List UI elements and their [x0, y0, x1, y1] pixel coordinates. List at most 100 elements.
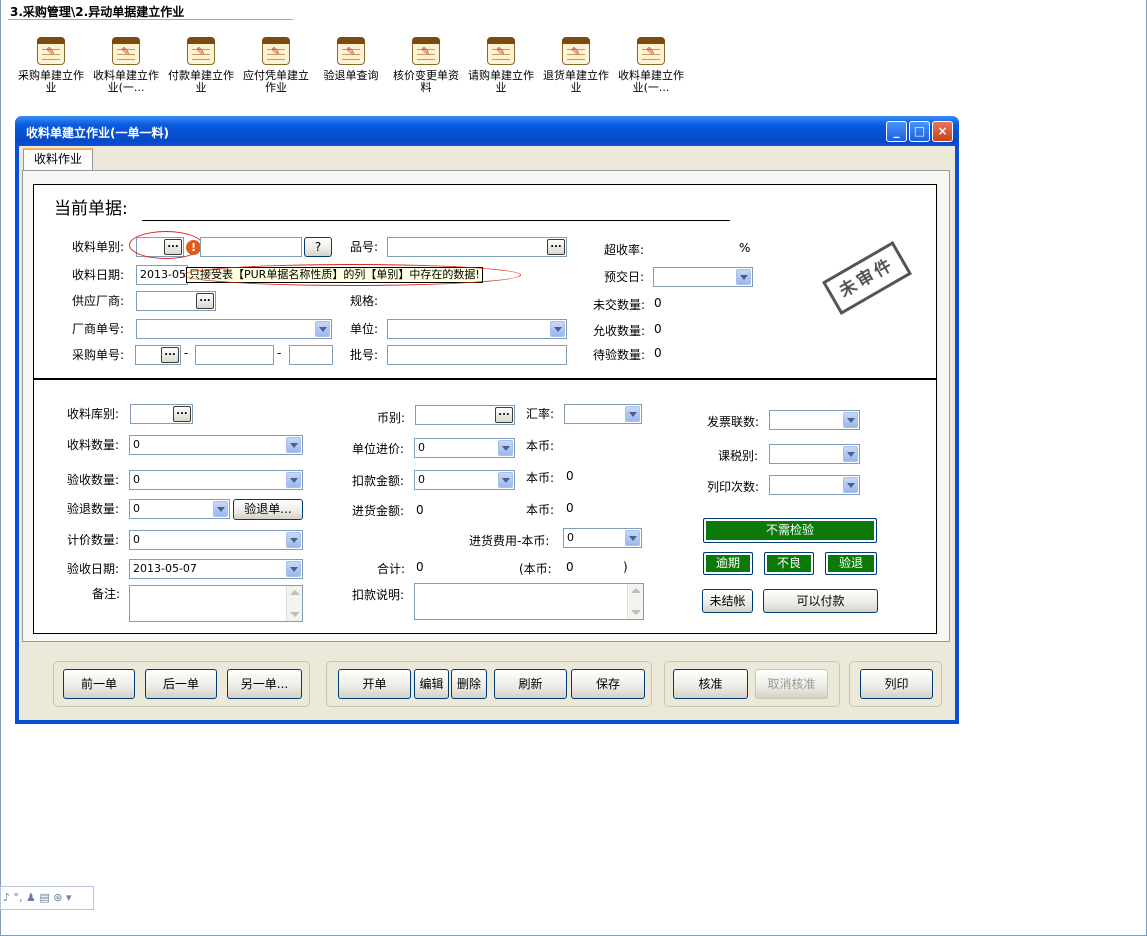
chevron-down-icon[interactable] [498, 440, 513, 456]
print-button[interactable]: 列印 [860, 669, 933, 699]
tax-type-select[interactable] [769, 444, 860, 464]
launcher-receipt[interactable]: ✎ 收料单建立作业(一... [89, 36, 163, 94]
overdue-button[interactable]: 逾期 [703, 552, 753, 575]
lookup-button[interactable]: ... [173, 406, 191, 422]
launcher-payable-voucher[interactable]: ✎ 应付凭单建立作业 [239, 36, 313, 94]
lookup-button[interactable]: ... [547, 239, 565, 255]
edit-button[interactable]: 编辑 [414, 669, 449, 699]
cancel-approve-button[interactable]: 取消核准 [755, 669, 828, 699]
next-button[interactable]: 后一单 [145, 669, 217, 699]
launcher-purchase-order[interactable]: ✎ 采购单建立作业 [14, 36, 88, 94]
item-no-label: 品号: [350, 240, 379, 254]
approve-button[interactable]: 核准 [673, 669, 748, 699]
system-tray[interactable]: ♪ °, ♟ ▤ ⊛ ▾ [0, 886, 94, 910]
supplier-field[interactable]: ... [136, 291, 216, 311]
defect-button[interactable]: 不良 [764, 552, 814, 575]
chevron-down-icon[interactable] [315, 321, 330, 337]
vendor-no-label: 厂商单号: [72, 322, 125, 336]
item-no-field[interactable]: ... [387, 237, 567, 257]
payable-button[interactable]: 可以付款 [763, 589, 878, 613]
delete-button[interactable]: 删除 [451, 669, 487, 699]
chevron-down-icon[interactable] [843, 477, 858, 493]
doc-type-label: 收料单别: [72, 240, 125, 254]
no-inspect-button[interactable]: 不需检验 [703, 518, 877, 543]
remark-textarea[interactable] [129, 585, 303, 622]
notepad-icon: ✎ [561, 36, 591, 66]
open-button[interactable]: 开单 [338, 669, 411, 699]
lookup-button[interactable]: ... [161, 347, 179, 363]
chevron-down-icon[interactable] [625, 406, 640, 422]
local-currency-label: 本币: [526, 503, 555, 517]
chevron-down-icon[interactable] [625, 530, 640, 546]
chevron-down-icon[interactable] [843, 412, 858, 428]
help-button[interactable]: ? [304, 237, 332, 257]
chevron-down-icon[interactable] [550, 321, 565, 337]
accept-qty-label: 验收数量: [67, 473, 120, 487]
chevron-down-icon[interactable] [213, 501, 228, 517]
reject-qty-field[interactable]: 0 [129, 499, 230, 519]
launcher-label: 应付凭单建立作业 [243, 69, 309, 94]
unit-select[interactable] [387, 319, 567, 339]
launcher-return[interactable]: ✎ 退货单建立作业 [539, 36, 613, 94]
chevron-down-icon[interactable] [736, 269, 751, 285]
currency-field[interactable]: ... [415, 405, 515, 425]
launcher-reject-query[interactable]: ✎ 验退单查询 [314, 36, 388, 82]
launcher-requisition[interactable]: ✎ 请购单建立作业 [464, 36, 538, 94]
vendor-no-select[interactable] [136, 319, 332, 339]
reject-check-button[interactable]: 验退 [825, 552, 877, 575]
rate-select[interactable] [564, 404, 642, 424]
tax-type-label: 课税别: [718, 449, 759, 463]
chevron-down-icon[interactable] [286, 472, 301, 488]
purchase-amt-value: 0 [416, 503, 424, 517]
lookup-button[interactable]: ... [495, 407, 513, 423]
scroll-down-icon[interactable] [631, 610, 641, 615]
warehouse-field[interactable]: ... [130, 404, 193, 424]
refresh-button[interactable]: 刷新 [494, 669, 567, 699]
po-separator: - [277, 346, 282, 360]
chevron-down-icon[interactable] [286, 532, 301, 548]
scroll-up-icon[interactable] [631, 588, 641, 593]
tab-receive[interactable]: 收料作业 [23, 148, 93, 170]
reject-doc-button[interactable]: 验退单... [233, 499, 303, 520]
accept-qty-field[interactable]: 0 [129, 470, 303, 490]
over-rate-unit: % [739, 241, 751, 255]
close-button[interactable]: × [932, 121, 953, 142]
launcher-price-change[interactable]: ✎ 核价变更单资料 [389, 36, 463, 94]
chevron-down-icon[interactable] [498, 472, 513, 488]
inspect-date-field[interactable]: 2013-05-07 [129, 559, 303, 579]
batch-field[interactable] [387, 345, 567, 365]
scroll-up-icon[interactable] [290, 590, 300, 595]
receive-date-field[interactable]: 2013-05- [136, 265, 188, 285]
scroll-down-icon[interactable] [290, 612, 300, 617]
deduct-field[interactable]: 0 [414, 470, 515, 490]
save-button[interactable]: 保存 [571, 669, 645, 699]
total-local-close: ) [623, 560, 628, 574]
chevron-down-icon[interactable] [286, 561, 301, 577]
reject-qty-label: 验退数量: [67, 502, 120, 516]
chevron-down-icon[interactable] [286, 437, 301, 453]
doc-no-field[interactable] [200, 237, 302, 257]
other-button[interactable]: 另一单... [227, 669, 302, 699]
print-count-select[interactable] [769, 475, 860, 495]
po-number-field[interactable] [195, 345, 274, 365]
launcher-label: 退货单建立作业 [543, 69, 609, 94]
po-type-field[interactable]: ... [135, 345, 181, 365]
chevron-down-icon[interactable] [843, 446, 858, 462]
purchase-fee-field[interactable]: 0 [563, 528, 642, 548]
unit-price-field[interactable]: 0 [414, 438, 515, 458]
po-seq-field[interactable] [289, 345, 333, 365]
scrollbar[interactable] [627, 584, 643, 619]
deduct-note-textarea[interactable] [414, 583, 644, 620]
unsettled-button[interactable]: 未结帐 [702, 589, 753, 613]
maximize-button[interactable]: □ [909, 121, 930, 142]
minimize-button[interactable]: _ [886, 121, 907, 142]
launcher-receipt-2[interactable]: ✎ 收料单建立作业(一... [614, 36, 688, 94]
receive-qty-field[interactable]: 0 [129, 435, 303, 455]
prev-button[interactable]: 前一单 [63, 669, 135, 699]
lookup-button[interactable]: ... [196, 293, 214, 309]
scrollbar[interactable] [286, 586, 302, 621]
launcher-payment[interactable]: ✎ 付款单建立作业 [164, 36, 238, 94]
price-qty-field[interactable]: 0 [129, 530, 303, 550]
due-date-select[interactable] [653, 267, 753, 287]
invoice-copies-select[interactable] [769, 410, 860, 430]
